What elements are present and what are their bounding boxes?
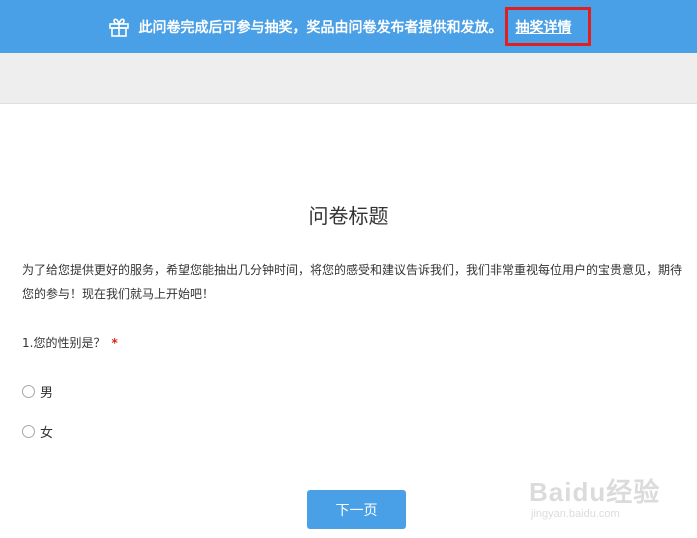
- banner-text: 此问卷完成后可参与抽奖，奖品由问卷发布者提供和发放。: [138, 19, 503, 36]
- survey-description: 为了给您提供更好的服务，希望您能抽出几分钟时间，将您的感受和建议告诉我们，我们非…: [22, 263, 683, 301]
- watermark-logo: Baidu经验: [529, 477, 661, 507]
- question-label: 1.您的性别是？: [22, 336, 106, 350]
- banner-content: 此问卷完成后可参与抽奖，奖品由问卷发布者提供和发放。 抽奖详情: [107, 7, 591, 46]
- option-label: 女: [40, 426, 54, 441]
- lottery-banner: 此问卷完成后可参与抽奖，奖品由问卷发布者提供和发放。 抽奖详情: [0, 0, 697, 53]
- radio-button[interactable]: [22, 425, 35, 438]
- watermark-url: jingyan.baidu.com: [531, 508, 620, 520]
- gift-icon: [107, 15, 131, 39]
- survey-title: 问卷标题: [308, 204, 389, 228]
- survey-page: 此问卷完成后可参与抽奖，奖品由问卷发布者提供和发放。 抽奖详情 问卷标题 为了给…: [0, 0, 697, 538]
- baidu-jingyan-watermark: Baidu经验 jingyan.baidu.com: [529, 464, 669, 526]
- option-label: 男: [40, 386, 54, 401]
- next-page-button[interactable]: 下一页: [307, 490, 406, 529]
- question-1: 1.您的性别是？ *: [22, 334, 118, 351]
- header-strip: [0, 53, 697, 104]
- radio-button[interactable]: [22, 385, 35, 398]
- option-male[interactable]: 男: [22, 382, 53, 401]
- lottery-link-highlight: 抽奖详情: [504, 7, 591, 46]
- lottery-details-link[interactable]: 抽奖详情: [516, 20, 572, 36]
- required-mark: *: [111, 336, 118, 350]
- option-female[interactable]: 女: [22, 422, 53, 441]
